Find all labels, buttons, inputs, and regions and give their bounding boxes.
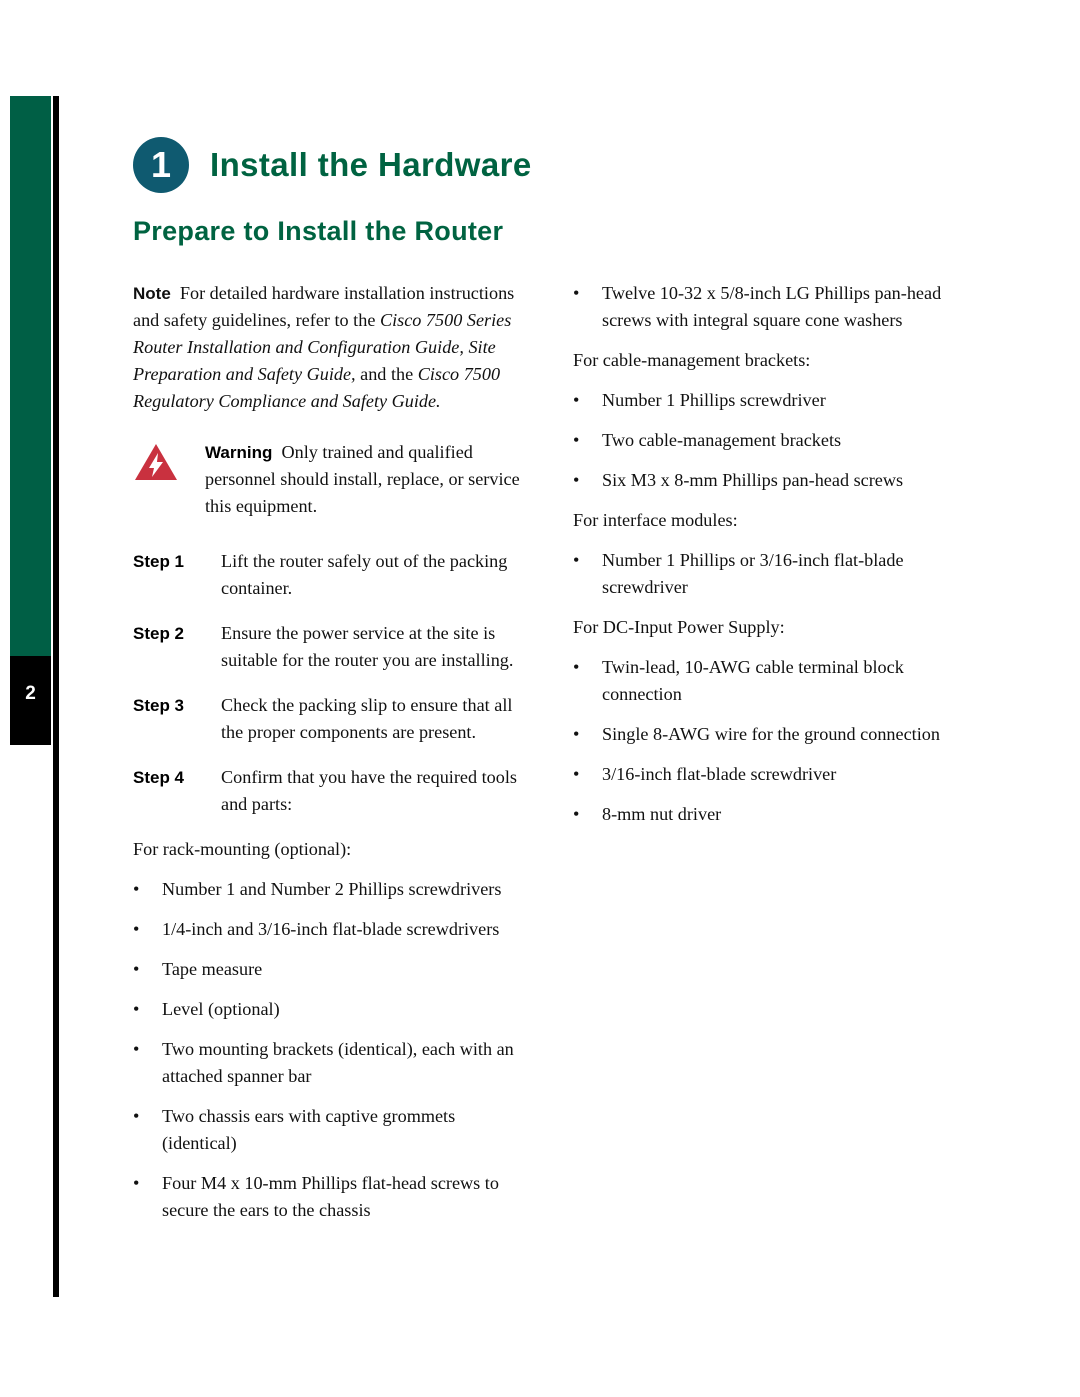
step-label: Step 2: [133, 624, 185, 643]
list-item: • Tape measure: [133, 956, 533, 983]
bullet-glyph: •: [573, 657, 580, 677]
warning-triangle-icon: [135, 444, 177, 480]
list-item: • Single 8-AWG wire for the ground conne…: [573, 721, 985, 748]
step-text: Ensure the power service at the site is …: [221, 623, 514, 670]
bullet-glyph: •: [573, 724, 580, 744]
sidebar-black-rule: [53, 96, 59, 1297]
list-item-text: Twelve 10-32 x 5/8-inch LG Phillips pan-…: [602, 283, 942, 330]
list-item: • Twin-lead, 10-AWG cable terminal block…: [573, 654, 985, 708]
list-item-text: Single 8-AWG wire for the ground connect…: [602, 724, 940, 744]
step-item: Step 1 Lift the router safely out of the…: [133, 548, 533, 602]
bullet-glyph: •: [133, 879, 140, 899]
page-number: 2: [25, 683, 36, 704]
list-item-text: Four M4 x 10-mm Phillips flat-head screw…: [162, 1173, 499, 1220]
list-item: • Number 1 Phillips or 3/16-inch flat-bl…: [573, 547, 985, 601]
bullet-glyph: •: [573, 283, 580, 303]
bullet-glyph: •: [573, 764, 580, 784]
list-item: • Number 1 Phillips screwdriver: [573, 387, 985, 414]
warning-block: Warning Only trained and qualified perso…: [133, 439, 533, 520]
bullet-glyph: •: [133, 959, 140, 979]
step-label: Step 4: [133, 768, 185, 787]
sidebar-green-bar: [10, 96, 51, 656]
note-block: Note For detailed hardware installation …: [133, 280, 533, 415]
list-item: • Twelve 10-32 x 5/8-inch LG Phillips pa…: [573, 280, 985, 334]
note-label: Note: [133, 284, 171, 303]
page-title: Install the Hardware: [210, 146, 532, 183]
rack-mounting-heading: For rack-mounting (optional):: [133, 839, 352, 859]
list-item-text: 3/16-inch flat-blade screwdriver: [602, 764, 837, 784]
list-item: • Two mounting brackets (identical), eac…: [133, 1036, 533, 1090]
list-item: • Six M3 x 8-mm Phillips pan-head screws: [573, 467, 985, 494]
list-item-text: Level (optional): [162, 999, 280, 1019]
step-item: Step 4 Confirm that you have the require…: [133, 764, 533, 818]
step-item: Step 3 Check the packing slip to ensure …: [133, 692, 533, 746]
list-item: • 3/16-inch flat-blade screwdriver: [573, 761, 985, 788]
bullet-glyph: •: [133, 1173, 140, 1193]
left-column: Note For detailed hardware installation …: [133, 280, 533, 1237]
bullet-glyph: •: [573, 430, 580, 450]
cable-management-heading: For cable-management brackets:: [573, 350, 811, 370]
step-text: Check the packing slip to ensure that al…: [221, 695, 513, 742]
list-item-text: 1/4-inch and 3/16-inch flat-blade screwd…: [162, 919, 500, 939]
step-text: Confirm that you have the required tools…: [221, 767, 517, 814]
list-item-text: Number 1 Phillips screwdriver: [602, 390, 826, 410]
list-item-text: Two chassis ears with captive grommets (…: [162, 1106, 456, 1153]
bullet-glyph: •: [133, 919, 140, 939]
list-item: • Two cable-management brackets: [573, 427, 985, 454]
step-label: Step 3: [133, 696, 185, 715]
list-item: • Level (optional): [133, 996, 533, 1023]
bullet-glyph: •: [573, 470, 580, 490]
list-item-text: Number 1 Phillips or 3/16-inch flat-blad…: [602, 550, 904, 597]
bullet-glyph: •: [133, 1106, 140, 1126]
step-label: Step 1: [133, 552, 185, 571]
section-number-badge: 1: [133, 137, 189, 193]
right-column: • Twelve 10-32 x 5/8-inch LG Phillips pa…: [573, 280, 985, 841]
list-item-text: Tape measure: [162, 959, 263, 979]
step-item: Step 2 Ensure the power service at the s…: [133, 620, 533, 674]
bullet-glyph: •: [573, 550, 580, 570]
bullet-glyph: •: [573, 390, 580, 410]
bullet-glyph: •: [573, 804, 580, 824]
list-item: • 8-mm nut driver: [573, 801, 985, 828]
interface-modules-heading: For interface modules:: [573, 510, 738, 530]
note-text-2: and the: [355, 364, 418, 384]
list-item-text: Two mounting brackets (identical), each …: [162, 1039, 514, 1086]
section-heading: 1 Install the Hardware: [133, 137, 532, 193]
warning-label: Warning: [205, 443, 273, 462]
list-item-text: Number 1 and Number 2 Phillips screwdriv…: [162, 879, 502, 899]
list-item-text: 8-mm nut driver: [602, 804, 722, 824]
list-item-text: Two cable-management brackets: [602, 430, 842, 450]
bullet-glyph: •: [133, 999, 140, 1019]
list-item: • Four M4 x 10-mm Phillips flat-head scr…: [133, 1170, 533, 1224]
list-item: • Number 1 and Number 2 Phillips screwdr…: [133, 876, 533, 903]
dc-power-supply-heading: For DC-Input Power Supply:: [573, 617, 785, 637]
list-item-text: Twin-lead, 10-AWG cable terminal block c…: [602, 657, 904, 704]
bullet-glyph: •: [133, 1039, 140, 1059]
list-item: • Two chassis ears with captive grommets…: [133, 1103, 533, 1157]
page-subtitle: Prepare to Install the Router: [133, 216, 504, 246]
list-item: • 1/4-inch and 3/16-inch flat-blade scre…: [133, 916, 533, 943]
page-number-block: 2: [10, 656, 51, 745]
step-text: Lift the router safely out of the packin…: [221, 551, 508, 598]
list-item-text: Six M3 x 8-mm Phillips pan-head screws: [602, 470, 904, 490]
